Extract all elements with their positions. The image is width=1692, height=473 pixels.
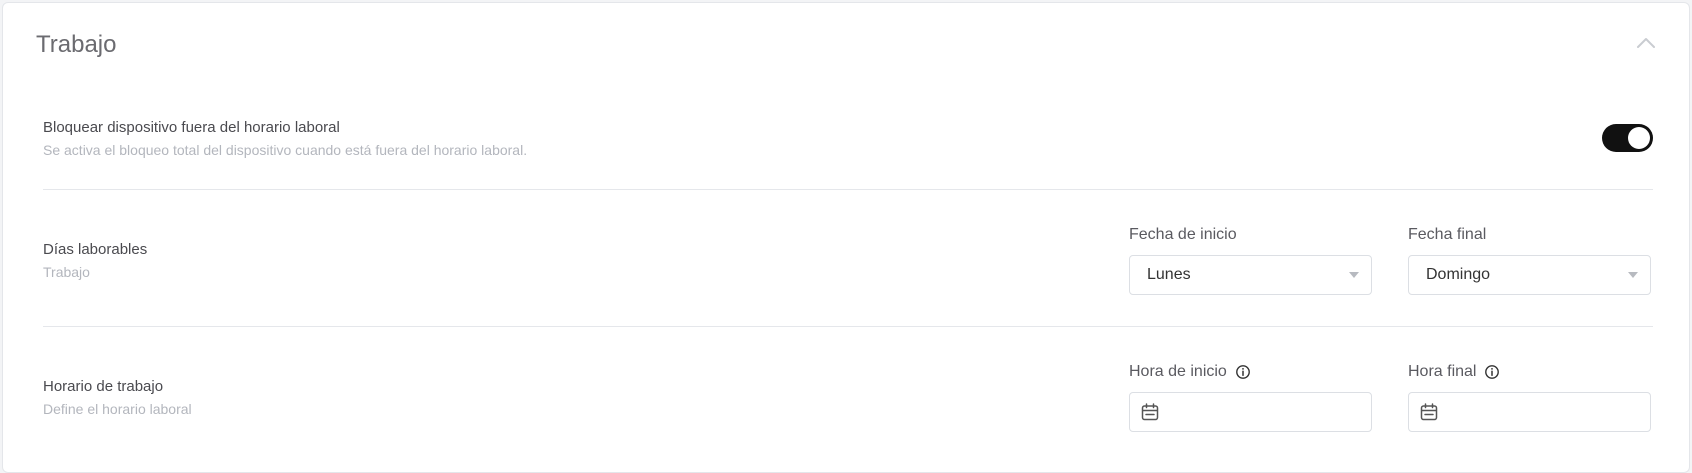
end-time-label-text: Hora final xyxy=(1408,363,1477,380)
schedule-description: Define el horario laboral xyxy=(43,401,192,417)
caret-down-icon xyxy=(1349,272,1359,278)
toggle-knob xyxy=(1628,127,1650,149)
lock-device-section: Bloquear dispositivo fuera del horario l… xyxy=(43,119,527,158)
card-title: Trabajo xyxy=(36,31,117,58)
caret-down-icon xyxy=(1628,272,1638,278)
end-day-select[interactable]: Domingo xyxy=(1408,255,1651,295)
lock-device-toggle[interactable] xyxy=(1602,124,1653,152)
end-day-label-text: Fecha final xyxy=(1408,226,1487,243)
lock-device-description: Se activa el bloqueo total del dispositi… xyxy=(43,142,528,158)
start-day-select[interactable]: Lunes xyxy=(1129,255,1372,295)
calendar-icon xyxy=(1141,403,1159,421)
end-day-label: Fecha final xyxy=(1408,226,1486,244)
info-icon[interactable] xyxy=(1484,364,1500,380)
workdays-description: Trabajo xyxy=(43,264,90,280)
workdays-title: Días laborables xyxy=(43,241,148,258)
start-day-label-text: Fecha de inicio xyxy=(1129,226,1237,243)
start-time-field[interactable] xyxy=(1170,399,1360,425)
schedule-section: Horario de trabajo Define el horario lab… xyxy=(43,378,192,417)
start-time-input[interactable] xyxy=(1129,392,1372,432)
calendar-icon xyxy=(1420,403,1438,421)
end-time-field[interactable] xyxy=(1449,399,1639,425)
start-day-value: Lunes xyxy=(1147,266,1191,283)
info-icon[interactable] xyxy=(1235,364,1251,380)
divider xyxy=(43,326,1653,327)
divider xyxy=(43,189,1653,190)
schedule-title: Horario de trabajo xyxy=(43,378,164,395)
workdays-section: Días laborables Trabajo xyxy=(43,241,147,280)
work-settings-card: Trabajo Bloquear dispositivo fuera del h… xyxy=(2,2,1690,473)
chevron-up-icon[interactable] xyxy=(1635,35,1657,51)
start-day-label: Fecha de inicio xyxy=(1129,226,1237,244)
lock-device-title: Bloquear dispositivo fuera del horario l… xyxy=(43,119,340,136)
start-time-label: Hora de inicio xyxy=(1129,363,1251,381)
end-time-input[interactable] xyxy=(1408,392,1651,432)
start-time-label-text: Hora de inicio xyxy=(1129,363,1227,380)
end-day-value: Domingo xyxy=(1426,266,1491,283)
end-time-label: Hora final xyxy=(1408,363,1500,381)
